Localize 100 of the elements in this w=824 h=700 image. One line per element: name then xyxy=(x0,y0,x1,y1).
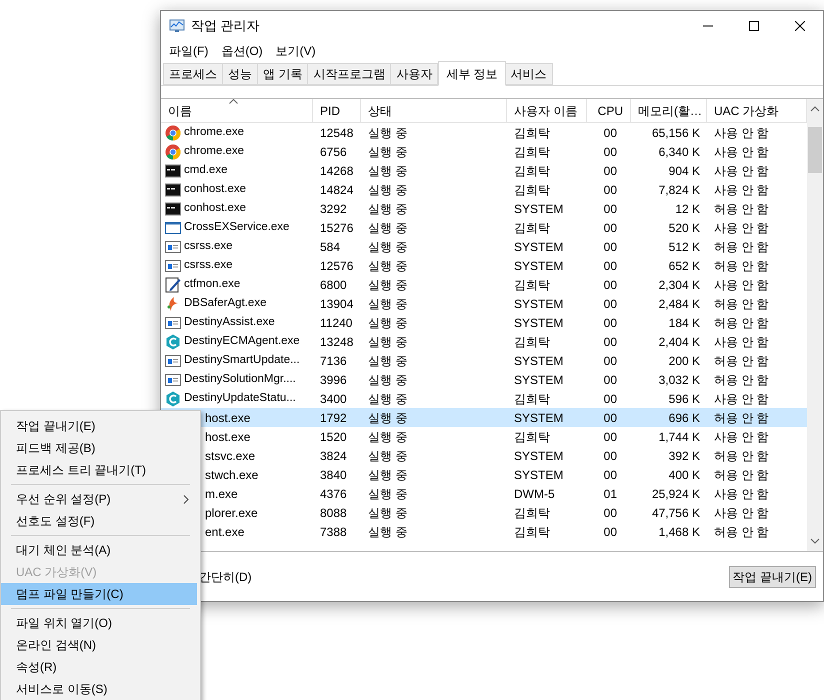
tab[interactable]: 사용자 xyxy=(390,63,438,85)
table-cell-text: 47,756 K xyxy=(650,504,701,522)
tab[interactable]: 성능 xyxy=(222,63,258,85)
menu-item[interactable]: 피드백 제공(B) xyxy=(1,437,197,459)
table-cell: DestinySolutionMgr.... xyxy=(161,370,313,389)
table-cell-text: 실행 중 xyxy=(367,352,408,370)
table-cell-text: 15276 xyxy=(319,220,354,236)
table-cell-text: 184 K xyxy=(668,314,701,332)
column-header[interactable]: CPU xyxy=(587,99,631,123)
table-cell-text: SYSTEM xyxy=(513,238,564,256)
table-row[interactable]: DestinyECMAgent.exe 13248 실행 중 김희탁 00 2,404 K 사용 안 함 xyxy=(161,332,807,351)
console-icon xyxy=(165,200,181,216)
scrollbar[interactable] xyxy=(807,99,823,551)
table-cell: DestinyUpdateStatu... xyxy=(161,389,313,408)
table-row[interactable]: DestinySolutionMgr.... 3996 실행 중 SYSTEM 00 3,032 K 허용 안 함 xyxy=(161,370,807,389)
table-cell-text: 허용 안 함 xyxy=(713,314,770,332)
table-cell-text: 7388 xyxy=(319,524,348,540)
table-cell-text: 김희탁 xyxy=(513,504,551,522)
table-row[interactable]: chrome.exe 12548 실행 중 김희탁 00 65,156 K 사용 안 함 xyxy=(161,123,807,142)
table-cell-text: 실행 중 xyxy=(367,486,408,502)
tab[interactable]: 프로세스 xyxy=(163,63,223,85)
table-cell-text: 00 xyxy=(602,448,618,464)
table-row[interactable]: csrss.exe 12576 실행 중 SYSTEM 00 652 K 허용 안 함 xyxy=(161,256,807,275)
table-row[interactable]: conhost.exe 14824 실행 중 김희탁 00 7,824 K 사용 안 함 xyxy=(161,180,807,199)
table-row[interactable]: chrome.exe 6756 실행 중 김희탁 00 6,340 K 사용 안 함 xyxy=(161,142,807,161)
table-cell-text: host.exe xyxy=(205,410,252,426)
tab[interactable]: 시작프로그램 xyxy=(307,63,392,85)
table-cell-text: plorer.exe xyxy=(205,504,259,522)
table-row[interactable]: CrossEXService.exe 15276 실행 중 김희탁 00 520 K 사용 안 함 xyxy=(161,218,807,237)
column-header[interactable]: 이름 xyxy=(161,99,313,123)
table-row[interactable]: csrss.exe 584 실행 중 SYSTEM 00 512 K 허용 안 함 xyxy=(161,237,807,256)
table-cell-text: 사용 안 함 xyxy=(713,428,770,446)
table-cell-text: 김희탁 xyxy=(513,144,551,160)
table-cell-text: 실행 중 xyxy=(367,428,408,446)
menu-item[interactable]: 덤프 파일 만들기(C) xyxy=(1,583,197,605)
tab[interactable]: 앱 기록 xyxy=(257,63,308,85)
table-cell-text: 사용 안 함 xyxy=(713,162,770,180)
tab[interactable]: 세부 정보 xyxy=(438,61,506,86)
table-cell-text: stwch.exe xyxy=(205,466,260,484)
table-cell-text: 실행 중 xyxy=(367,276,408,294)
table-cell-text: 실행 중 xyxy=(367,162,408,180)
table-cell: CrossEXService.exe xyxy=(161,218,313,237)
table-row[interactable]: DestinyUpdateStatu... 3400 실행 중 김희탁 00 596 K 사용 안 함 xyxy=(161,389,807,408)
table-cell-text: DWM-5 xyxy=(513,486,556,502)
menu-item[interactable]: 온라인 검색(N) xyxy=(1,634,197,656)
table-cell-text: 512 K xyxy=(668,238,701,256)
menu-item[interactable]: 선호도 설정(F) xyxy=(1,510,197,532)
less-details-link[interactable]: 간단히(D) xyxy=(199,568,252,586)
table-row[interactable]: DestinySmartUpdate... 7136 실행 중 SYSTEM 00 200 K 허용 안 함 xyxy=(161,351,807,370)
table-cell-text: SYSTEM xyxy=(513,258,564,274)
tab[interactable]: 서비스 xyxy=(504,63,553,85)
menu-item[interactable]: 속성(R) xyxy=(1,656,197,678)
menu-item[interactable]: 프로세스 트리 끝내기(T) xyxy=(1,459,197,481)
table-row[interactable]: ctfmon.exe 6800 실행 중 김희탁 00 2,304 K 사용 안 함 xyxy=(161,275,807,294)
table-row[interactable]: cmd.exe 14268 실행 중 김희탁 00 904 K 사용 안 함 xyxy=(161,161,807,180)
app-window-icon xyxy=(165,352,181,368)
table-cell-text: 8088 xyxy=(319,504,348,522)
table-cell-text: 00 xyxy=(602,428,618,446)
table-cell: chrome.exe xyxy=(161,123,313,142)
table-cell-text: 2,484 K xyxy=(658,296,701,312)
menu-item[interactable]: 서비스로 이동(S) xyxy=(1,678,197,700)
table-row[interactable]: DBSaferAgt.exe 13904 실행 중 SYSTEM 00 2,484 K 허용 안 함 xyxy=(161,294,807,313)
column-header[interactable]: 사용자 이름 xyxy=(507,99,587,123)
table-cell: csrss.exe xyxy=(161,256,313,275)
table-cell-text: 실행 중 xyxy=(367,504,408,522)
table-cell-text: 실행 중 xyxy=(367,410,408,426)
menu-item[interactable]: 대기 체인 분석(A) xyxy=(1,539,197,561)
table-cell-text: 4376 xyxy=(319,486,348,502)
table-cell-text: SYSTEM xyxy=(513,352,564,370)
hexagon-icon xyxy=(165,390,181,406)
table-cell: DestinyAssist.exe xyxy=(161,313,313,332)
column-header[interactable]: 메모리(활… xyxy=(631,99,707,123)
app-window-icon xyxy=(165,372,181,388)
window-title: 작업 관리자 xyxy=(191,17,260,36)
table-cell-text: 12 K xyxy=(674,200,701,218)
menu-item[interactable]: 보기(V) xyxy=(276,42,316,60)
table-cell-text: 실행 중 xyxy=(367,144,408,160)
hexagon-icon xyxy=(165,334,181,350)
table-cell-text: 사용 안 함 xyxy=(713,486,770,502)
table-row[interactable]: host.exe 1792 실행 중 SYSTEM 00 696 K 허용 안 함 xyxy=(161,408,807,427)
column-header[interactable]: PID xyxy=(313,99,361,123)
table-cell-text: 25,924 K xyxy=(650,486,701,502)
table-cell-text: 392 K xyxy=(668,448,701,464)
table-cell: conhost.exe xyxy=(161,199,313,218)
table-cell-text: 사용 안 함 xyxy=(713,220,770,236)
scroll-thumb[interactable] xyxy=(808,127,822,173)
menu-item[interactable]: 우선 순위 설정(P) xyxy=(1,488,197,510)
menu-item[interactable]: 파일(F) xyxy=(169,42,208,60)
app-window-icon xyxy=(165,238,181,254)
table-cell-text: 00 xyxy=(602,276,618,294)
table-cell-text: 허용 안 함 xyxy=(713,410,770,426)
table-cell-text: 1520 xyxy=(319,428,348,446)
table-cell-text: 사용 안 함 xyxy=(713,144,770,160)
table-row[interactable]: DestinyAssist.exe 11240 실행 중 SYSTEM 00 184 K 허용 안 함 xyxy=(161,313,807,332)
table-cell-text: 00 xyxy=(602,296,618,312)
menu-item[interactable]: 파일 위치 열기(O) xyxy=(1,612,197,634)
column-header[interactable]: 상태 xyxy=(361,99,507,123)
menu-item[interactable]: 옵션(O) xyxy=(221,42,263,60)
end-task-button[interactable]: 작업 끝내기(E) xyxy=(728,566,816,588)
table-row[interactable]: conhost.exe 3292 실행 중 SYSTEM 00 12 K 허용 안 함 xyxy=(161,199,807,218)
